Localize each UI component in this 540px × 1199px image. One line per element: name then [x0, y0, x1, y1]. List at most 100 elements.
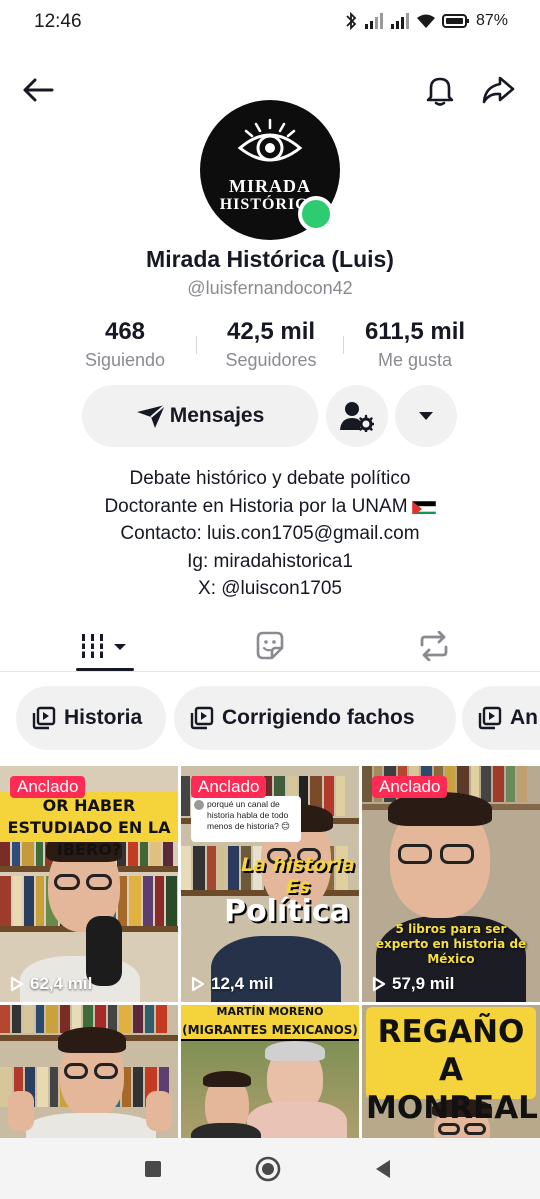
notifications-button[interactable]: [420, 70, 460, 110]
signal-icon-2: [390, 13, 409, 29]
video-overlay-text: OR HABER ESTUDIADO EN LA IBERO?: [0, 792, 178, 859]
tab-favorites[interactable]: [240, 620, 300, 672]
playlist-icon: [190, 706, 214, 730]
stat-divider: [196, 336, 197, 354]
repost-icon: [420, 631, 448, 661]
recents-button[interactable]: [138, 1154, 168, 1184]
bell-icon: [426, 77, 454, 106]
video-grid: OR HABER ESTUDIADO EN LA IBERO? Anclado …: [0, 766, 540, 1138]
view-count-value: 62,4 mil: [30, 974, 93, 993]
stat-divider: [343, 336, 344, 354]
question-bubble: porqué un canal de historia habla de tod…: [191, 796, 301, 842]
battery-icon: [441, 14, 469, 28]
question-text: porqué un canal de historia habla de tod…: [207, 799, 291, 831]
profile-tabs: [0, 620, 540, 672]
more-options-button[interactable]: [395, 385, 457, 447]
view-count-value: 12,4 mil: [211, 974, 274, 993]
pinned-badge: Anclado: [372, 776, 448, 798]
stat-value: 42,5 mil: [226, 318, 316, 345]
bio-line-x: X: @luiscon1705: [198, 578, 342, 599]
home-button[interactable]: [253, 1154, 283, 1184]
stat-value: 611,5 mil: [364, 318, 466, 345]
tab-videos[interactable]: [74, 620, 136, 672]
play-outline-icon: [10, 976, 24, 992]
stat-label: Me gusta: [377, 350, 453, 370]
signal-icon: [364, 13, 383, 29]
user-gear-icon: [340, 402, 374, 432]
playlist-chip-3[interactable]: An: [462, 686, 540, 750]
video-tile[interactable]: 5 libros para ser experto en historia de…: [362, 766, 540, 1002]
hand-decoration: [8, 1091, 34, 1131]
video-overlay-text: 5 libros para ser experto en historia de…: [375, 922, 527, 966]
video-overlay-text: REGAÑO A MONREAL: [366, 1007, 538, 1126]
back-triangle-icon: [376, 1160, 390, 1178]
stat-followers[interactable]: 42,5 mil Seguidores: [208, 318, 334, 371]
video-tile[interactable]: porqué un canal de historia habla de tod…: [181, 766, 359, 1002]
playlist-icon: [478, 706, 502, 730]
bio: Debate histórico y debate político Docto…: [0, 465, 540, 603]
bio-line-instagram: Ig: miradahistorica1: [187, 550, 353, 572]
status-icons: 87%: [344, 12, 508, 30]
view-count: 57,9 mil: [372, 974, 454, 994]
playlist-icon: [32, 706, 56, 730]
caret-down-icon: [419, 412, 433, 420]
view-count: 62,4 mil: [10, 974, 92, 994]
message-button[interactable]: Mensajes: [82, 385, 318, 447]
video-overlay-small: La historia Es: [241, 854, 355, 898]
view-count: 12,4 mil: [191, 974, 273, 994]
hand-decoration: [146, 1091, 172, 1131]
playlist-chip-historia[interactable]: Historia: [16, 686, 166, 750]
video-tile[interactable]: REGAÑO A MONREAL: [362, 1005, 540, 1138]
stat-value: 468: [104, 318, 146, 345]
video-overlay-big: Política: [224, 894, 350, 929]
video-tile[interactable]: MARTÍN MORENO (MIGRANTES MEXICANOS): [181, 1005, 359, 1138]
profile-name: Mirada Histórica (Luis): [146, 246, 394, 272]
palestine-flag-icon: [411, 498, 436, 514]
video-overlay-top: MARTÍN MORENO: [181, 1005, 359, 1019]
eye-logo-icon: [237, 118, 303, 162]
avatar-logo-line1: MIRADA: [229, 176, 311, 196]
online-status-dot: [298, 196, 334, 232]
bio-line-contact[interactable]: Contacto: luis.con1705@gmail.com: [0, 520, 540, 548]
share-arrow-icon: [482, 76, 515, 104]
video-tile[interactable]: OR HABER ESTUDIADO EN LA IBERO? Anclado …: [0, 766, 178, 1002]
tab-reposts[interactable]: [404, 620, 464, 672]
status-time: 12:46: [34, 11, 82, 32]
playlist-row: Historia Corrigiendo fachos An: [0, 686, 540, 750]
video-tile[interactable]: [0, 1005, 178, 1138]
stat-label: Seguidores: [225, 350, 317, 370]
grid-bars-icon: [81, 634, 126, 658]
system-back-button[interactable]: [368, 1154, 398, 1184]
back-button[interactable]: [18, 70, 58, 110]
home-circle-icon: [255, 1156, 281, 1182]
battery-percent: 87%: [475, 12, 508, 29]
share-button[interactable]: [478, 70, 518, 110]
stat-likes[interactable]: 611,5 mil Me gusta: [352, 318, 478, 371]
playlist-label: Historia: [64, 706, 143, 729]
bio-line-education: Doctorante en Historia por la UNAM: [0, 493, 540, 521]
play-outline-icon: [372, 976, 386, 992]
sticker-icon: [256, 631, 284, 660]
stat-label: Siguiendo: [84, 350, 166, 370]
view-count-value: 57,9 mil: [392, 974, 455, 993]
send-icon: [136, 404, 166, 428]
play-outline-icon: [191, 976, 205, 992]
pinned-badge: Anclado: [191, 776, 267, 798]
bluetooth-icon: [346, 12, 357, 30]
active-tab-indicator: [76, 668, 134, 671]
bio-line: Debate histórico y debate político: [129, 468, 411, 489]
video-overlay-text: (MIGRANTES MEXICANOS): [181, 1019, 359, 1041]
user-settings-button[interactable]: [326, 385, 388, 447]
message-button-label: Mensajes: [169, 404, 265, 427]
bio-line: Doctorante en Historia por la UNAM: [104, 495, 408, 517]
playlist-label: Corrigiendo fachos: [222, 706, 415, 729]
playlist-label: An: [510, 706, 538, 729]
wifi-icon: [416, 14, 435, 28]
square-icon: [145, 1161, 161, 1177]
status-bar: 12:46 87%: [0, 0, 540, 46]
arrow-left-icon: [23, 78, 54, 102]
stat-following[interactable]: 468 Siguiendo: [65, 318, 185, 371]
pinned-badge: Anclado: [10, 776, 86, 798]
playlist-chip-corrigiendo-fachos[interactable]: Corrigiendo fachos: [174, 686, 456, 750]
system-navigation-bar: [0, 1138, 540, 1199]
